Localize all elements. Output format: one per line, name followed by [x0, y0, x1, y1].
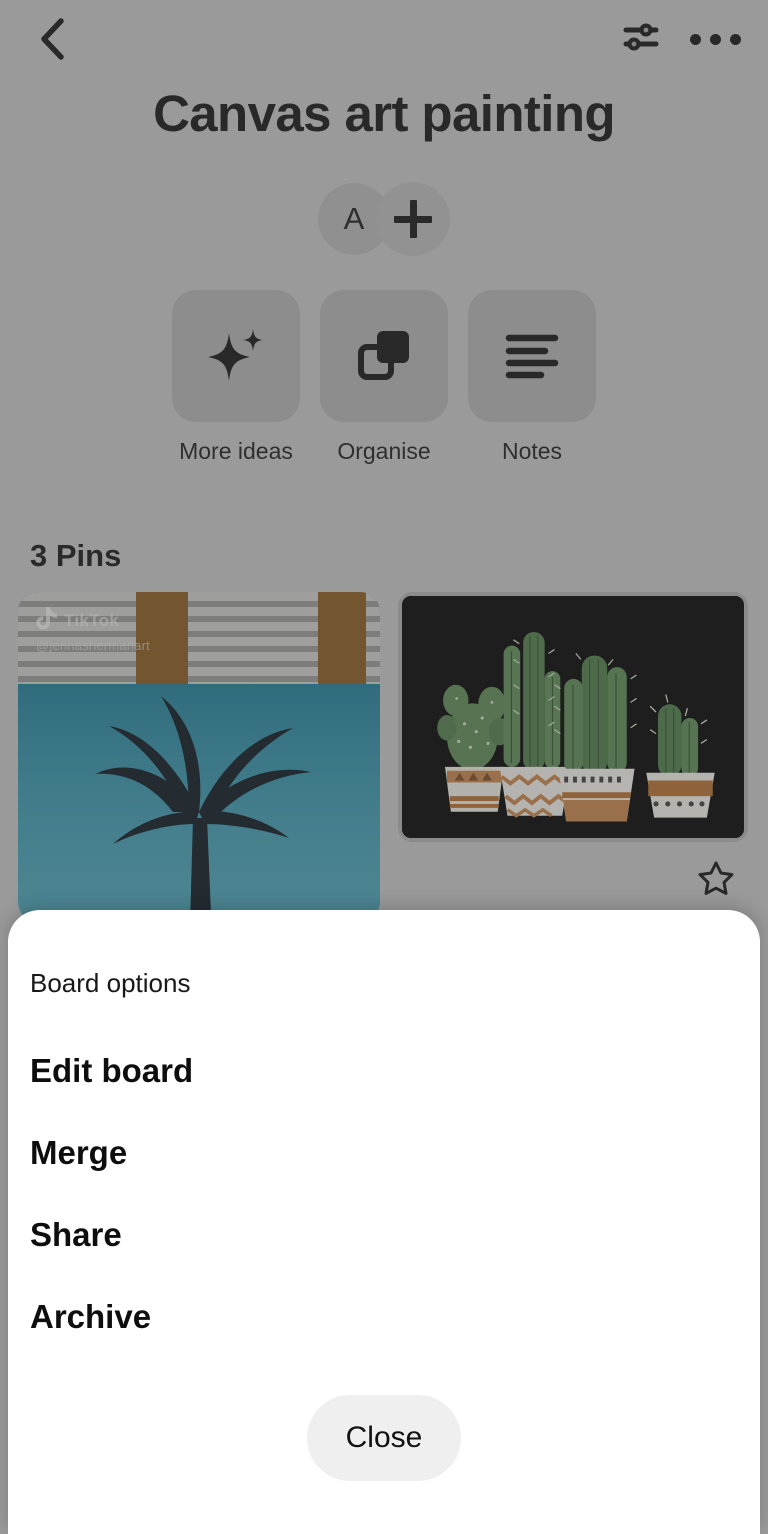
menu-item-merge[interactable]: Merge: [8, 1112, 760, 1194]
menu-item-label: Archive: [30, 1298, 152, 1335]
board-options-menu: Edit board Merge Share Archive: [8, 1030, 760, 1358]
close-button-row: Close: [8, 1395, 760, 1481]
menu-item-archive[interactable]: Archive: [8, 1276, 760, 1358]
menu-item-edit-board[interactable]: Edit board: [8, 1030, 760, 1112]
sheet-title: Board options: [30, 968, 191, 998]
menu-item-share[interactable]: Share: [8, 1194, 760, 1276]
menu-item-label: Merge: [30, 1134, 128, 1171]
menu-item-label: Share: [30, 1216, 122, 1253]
menu-item-label: Edit board: [30, 1052, 194, 1089]
close-button[interactable]: Close: [307, 1395, 461, 1481]
board-options-bottom-sheet: Board options Edit board Merge Share Arc…: [8, 910, 760, 1534]
phone-screen: Canvas art painting A More ideas Organis…: [0, 0, 768, 1534]
